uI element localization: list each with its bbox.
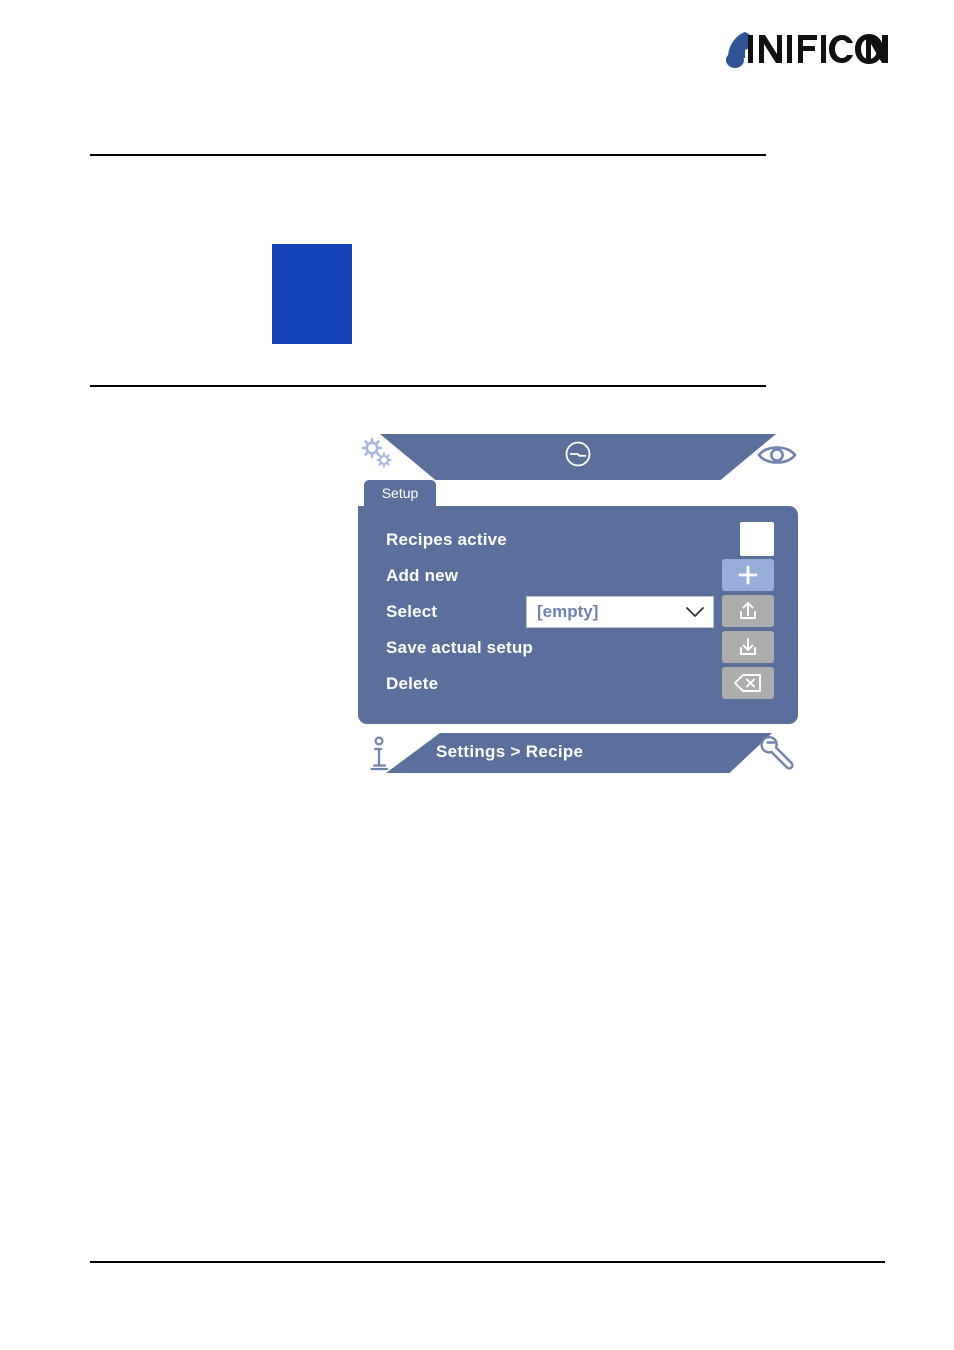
- breadcrumb: Settings > Recipe: [436, 742, 584, 761]
- label-add-new: Add new: [386, 566, 459, 585]
- divider-middle: [90, 385, 766, 387]
- recipes-active-checkbox[interactable]: [740, 522, 774, 556]
- gears-icon[interactable]: [358, 435, 396, 473]
- inficon-logo: [718, 26, 890, 72]
- recipe-select-value: [empty]: [537, 602, 599, 621]
- wrench-icon[interactable]: [760, 735, 798, 773]
- backspace-delete-icon: [734, 674, 761, 692]
- save-actual-setup-button[interactable]: [722, 631, 774, 663]
- row-add-new: Add new: [358, 558, 798, 594]
- info-icon[interactable]: [364, 735, 394, 773]
- label-recipes-active: Recipes active: [386, 530, 507, 549]
- label-select: Select: [386, 602, 438, 621]
- tabstrip: Setup: [358, 480, 798, 506]
- device-screen: Setup Recipes active Add new Select [emp…: [358, 434, 798, 779]
- device-topbar: [358, 434, 798, 480]
- settings-panel: Recipes active Add new Select [empty] Sa…: [358, 506, 798, 724]
- label-delete: Delete: [386, 674, 439, 693]
- inficon-logo-icon: [726, 32, 888, 68]
- delete-button[interactable]: [722, 667, 774, 699]
- device-bottombar: Settings > Recipe: [358, 733, 798, 779]
- eye-icon[interactable]: [756, 440, 798, 470]
- row-delete: Delete: [358, 666, 798, 702]
- load-recipe-button[interactable]: [722, 595, 774, 627]
- row-save-actual-setup: Save actual setup: [358, 630, 798, 666]
- tab-setup[interactable]: Setup: [364, 480, 436, 506]
- row-recipes-active: Recipes active: [358, 522, 798, 558]
- label-save-actual-setup: Save actual setup: [386, 638, 534, 657]
- row-select: Select [empty]: [358, 594, 798, 630]
- download-icon: [740, 638, 756, 655]
- divider-bottom: [90, 1261, 885, 1263]
- recipe-select-dropdown[interactable]: [empty]: [526, 596, 714, 628]
- leak-rate-icon[interactable]: [563, 439, 593, 469]
- divider-top: [90, 154, 766, 156]
- plus-icon: [738, 565, 758, 585]
- upload-icon: [740, 602, 756, 619]
- add-new-button[interactable]: [722, 559, 774, 591]
- checkbox-unchecked-icon: [746, 528, 768, 550]
- chevron-down-icon: [686, 607, 704, 617]
- blue-placeholder-block: [272, 244, 352, 344]
